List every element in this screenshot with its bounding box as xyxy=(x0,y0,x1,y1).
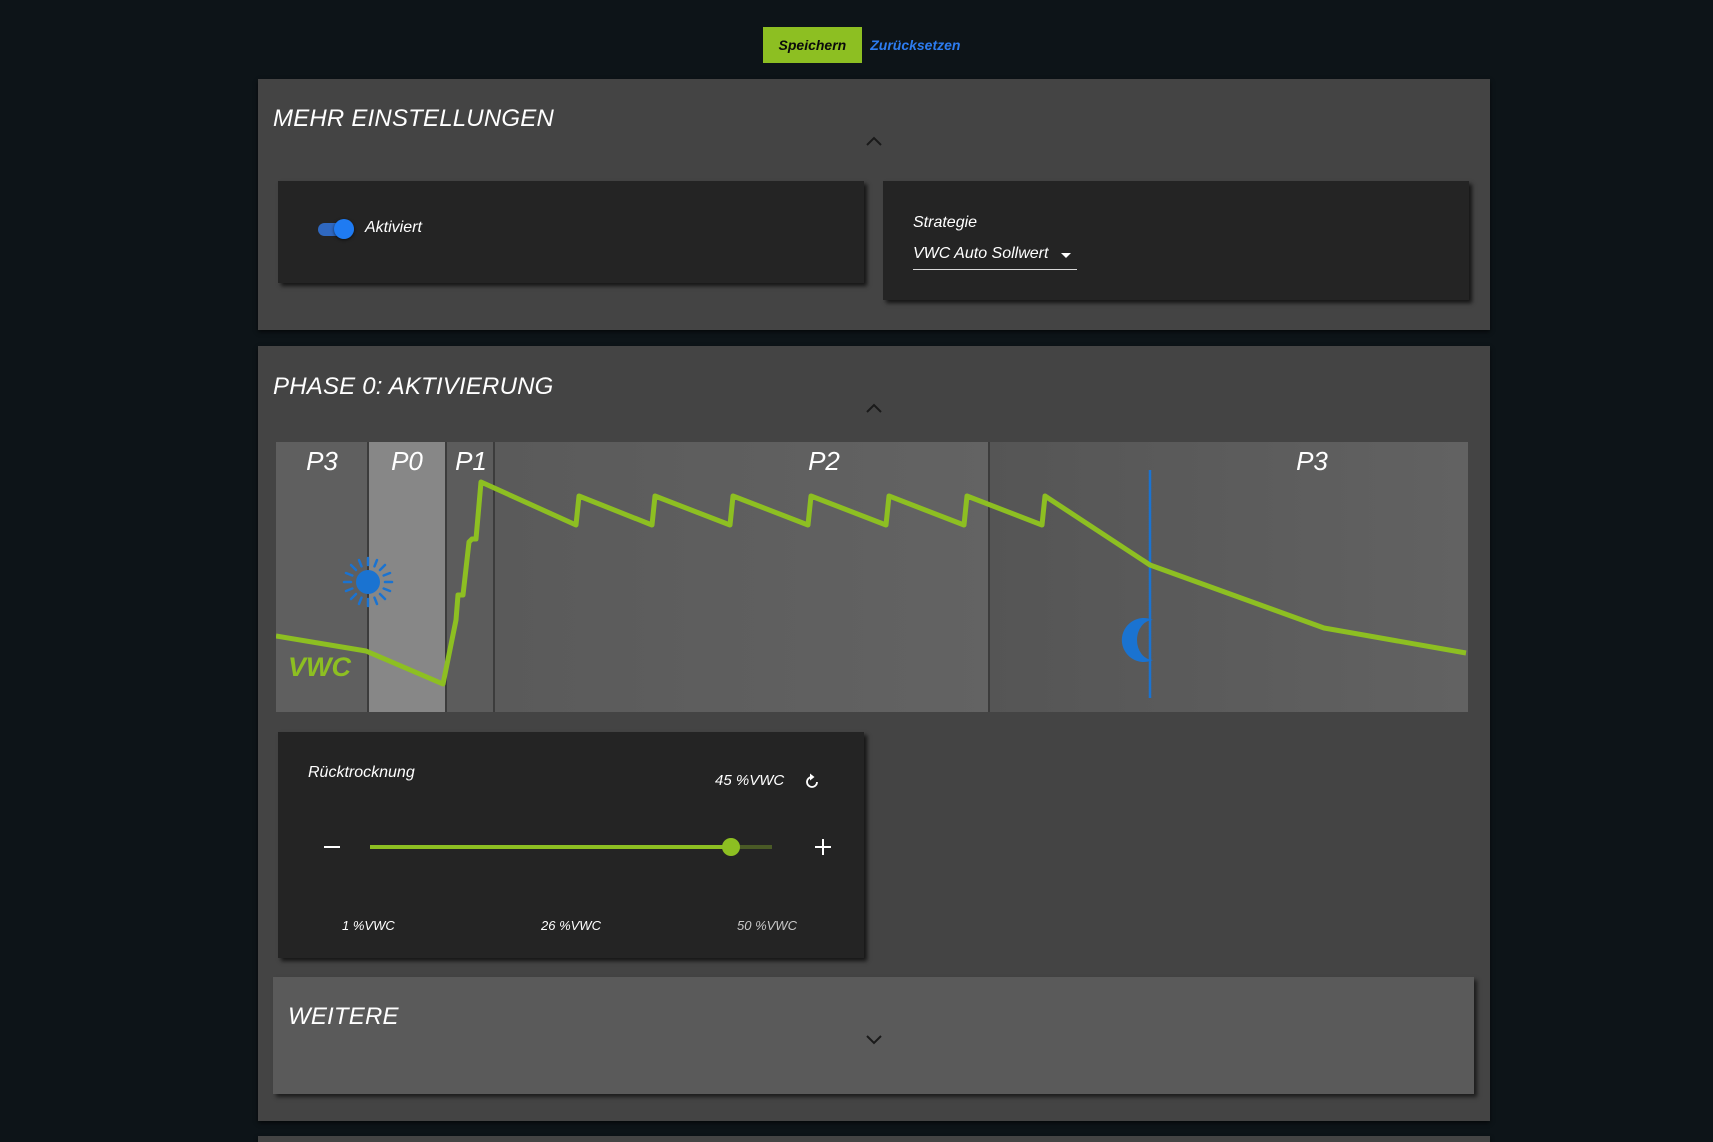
strategy-select-value: VWC Auto Sollwert xyxy=(913,245,1049,262)
slider-label: Rücktrocknung xyxy=(308,764,415,781)
vwc-curve-label: VWC xyxy=(288,652,351,682)
next-panel-edge xyxy=(258,1136,1490,1142)
strategy-card: Strategie VWC Auto Sollwert xyxy=(883,181,1469,300)
increase-button[interactable] xyxy=(808,832,838,862)
slider-thumb[interactable] xyxy=(721,838,740,856)
slider-min-label: 1 %VWC xyxy=(342,918,395,933)
slider-mid-label: 26 %VWC xyxy=(541,918,601,933)
phase-section-p3-right xyxy=(989,442,1468,712)
slider-max-label: 50 %VWC xyxy=(737,918,797,933)
reset-icon[interactable] xyxy=(802,772,822,792)
toolbar-actions: Speichern Zurücksetzen xyxy=(762,27,969,63)
phase-label-p3-left: P3 xyxy=(306,446,338,476)
toggle-label: Aktiviert xyxy=(365,219,422,236)
phase-section-p0 xyxy=(368,442,446,712)
slider-value: 45 %VWC xyxy=(715,772,785,789)
toggle-thumb xyxy=(334,219,354,239)
phase-section-p2 xyxy=(494,442,989,712)
activation-card: Aktiviert xyxy=(278,181,864,283)
phase-0-panel: PHASE 0: AKTIVIERUNG P3 P0 P1 P2 P3 VWC … xyxy=(258,346,1490,1121)
decrease-button[interactable] xyxy=(317,832,347,862)
more-settings-panel: MEHR EINSTELLUNGEN Aktiviert Strategie V… xyxy=(258,79,1490,330)
subpanel-title: WEITERE xyxy=(288,1003,399,1030)
phase-diagram: P3 P0 P1 P2 P3 VWC xyxy=(276,442,1468,712)
panel-title: MEHR EINSTELLUNGEN xyxy=(273,105,554,132)
strategy-select[interactable]: VWC Auto Sollwert xyxy=(913,241,1077,270)
slider-track[interactable] xyxy=(370,838,772,856)
chevron-up-icon[interactable] xyxy=(864,134,884,148)
slider-fill xyxy=(370,845,731,849)
more-subpanel: WEITERE xyxy=(273,977,1474,1094)
phase-label-p3-right: P3 xyxy=(1296,446,1328,476)
panel-title: PHASE 0: AKTIVIERUNG xyxy=(273,373,554,400)
caret-down-icon xyxy=(1061,253,1071,258)
phase-label-p0: P0 xyxy=(391,446,423,476)
sun-icon xyxy=(342,556,394,608)
reset-button[interactable]: Zurücksetzen xyxy=(862,27,968,63)
app-root: Speichern Zurücksetzen MEHR EINSTELLUNGE… xyxy=(0,0,1713,1142)
top-toolbar: Speichern Zurücksetzen xyxy=(0,0,1713,76)
chevron-up-icon[interactable] xyxy=(864,401,884,415)
phase-label-p1: P1 xyxy=(455,446,487,476)
phase-label-p2: P2 xyxy=(808,446,840,476)
dryback-slider-card: Rücktrocknung 45 %VWC 1 %VWC 26 %VWC 50 … xyxy=(278,732,864,958)
chevron-down-icon[interactable] xyxy=(864,1032,884,1046)
activated-toggle[interactable] xyxy=(318,218,356,240)
save-button[interactable]: Speichern xyxy=(762,27,863,63)
strategy-label: Strategie xyxy=(913,214,978,231)
